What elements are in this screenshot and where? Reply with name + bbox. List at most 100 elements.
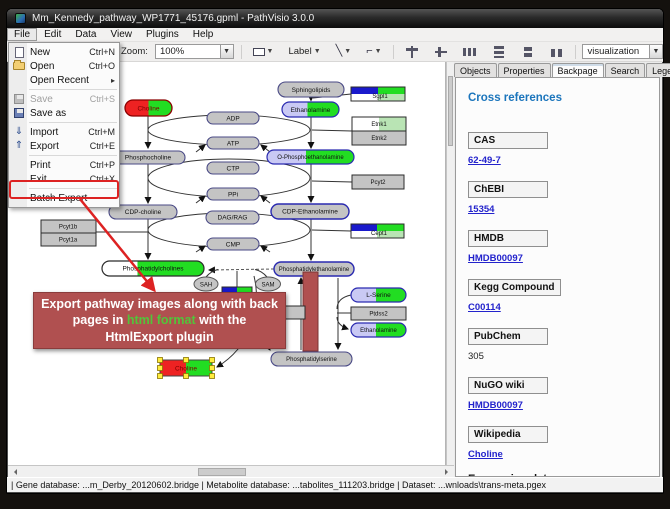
align-horizontal-center-button[interactable]: [401, 44, 423, 60]
node-choline-selected[interactable]: Choline: [158, 358, 215, 379]
menu-help[interactable]: Help: [186, 28, 221, 41]
stack-vertical-button[interactable]: [517, 44, 539, 60]
xref-link[interactable]: 62-49-7: [468, 155, 649, 166]
svg-text:Phosphatidylserine: Phosphatidylserine: [286, 357, 337, 363]
node-ethanolamine-top[interactable]: Ethanolamine: [282, 102, 339, 117]
node-sam[interactable]: SAM: [256, 277, 281, 291]
node-atp[interactable]: ATP: [207, 137, 259, 149]
menu-file[interactable]: File: [7, 28, 37, 41]
node-ethanolamine-bottom[interactable]: Ethanolamine: [351, 323, 406, 337]
scroll-left-icon[interactable]: [11, 469, 17, 475]
scrollbar-thumb[interactable]: [448, 76, 453, 146]
node-pcyt1a[interactable]: Pcyt1a: [41, 233, 96, 246]
menu-item-save-as[interactable]: Save as: [9, 106, 119, 120]
menu-item-export[interactable]: ⇑ Export Ctrl+E: [9, 139, 119, 153]
file-menu-dropdown: New Ctrl+N Open Ctrl+O Open Recent ▸ Sav…: [8, 42, 120, 208]
tab-legend[interactable]: Legend: [646, 63, 670, 77]
menu-item-new[interactable]: New Ctrl+N: [9, 45, 119, 59]
node-pcyt1b[interactable]: Pcyt1b: [41, 220, 96, 233]
node-l-serine[interactable]: L-Serine: [351, 288, 406, 302]
selection-handle[interactable]: [210, 358, 215, 363]
menu-separator: [29, 186, 117, 189]
db-name-box: HMDB: [468, 230, 548, 247]
menu-plugins[interactable]: Plugins: [139, 28, 186, 41]
zoom-combobox[interactable]: 100% ▼: [155, 44, 234, 59]
node-ctp[interactable]: CTP: [207, 162, 259, 174]
node-etnk1[interactable]: Etnk1: [352, 117, 406, 131]
menu-item-import[interactable]: ⇓ Import Ctrl+M: [9, 125, 119, 139]
align-vertical-center-button[interactable]: [430, 44, 452, 60]
node-sgpl1[interactable]: Sgpl1: [351, 87, 405, 101]
node-ptdss2[interactable]: Ptdss2: [351, 307, 406, 320]
menu-item-exit[interactable]: Exit Ctrl+X: [9, 172, 119, 186]
scrollbar-thumb[interactable]: [198, 468, 246, 476]
menu-item-print[interactable]: Print Ctrl+P: [9, 158, 119, 172]
tab-objects[interactable]: Objects: [454, 63, 497, 77]
distribute-vertical-button[interactable]: [488, 44, 510, 60]
chevron-down-icon[interactable]: ▼: [220, 45, 233, 58]
toolbar-separator: [575, 45, 576, 59]
selection-handle[interactable]: [158, 366, 163, 371]
xref-section-chebi: ChEBI 15354: [468, 179, 649, 215]
selection-handle[interactable]: [184, 358, 189, 363]
node-cdp-ethanolamine[interactable]: CDP-Ethanolamine: [271, 204, 349, 219]
visualization-combobox[interactable]: visualization ▼: [582, 44, 663, 59]
node-ppi[interactable]: PPi: [207, 188, 259, 200]
menu-edit[interactable]: Edit: [37, 28, 68, 41]
label-button[interactable]: Label ▼: [284, 44, 324, 60]
scroll-right-icon[interactable]: [445, 469, 451, 475]
node-gray-box-partial[interactable]: [285, 306, 305, 319]
title-bar[interactable]: Mm_Kennedy_pathway_WP1771_45176.gpml - P…: [7, 9, 663, 28]
tab-search[interactable]: Search: [605, 63, 646, 77]
zoom-label: Zoom:: [121, 46, 148, 57]
node-pcyt2[interactable]: Pcyt2: [352, 175, 404, 189]
connector-tool-button[interactable]: ⌐ ▼: [362, 44, 385, 60]
gene-datanode-button[interactable]: ▼: [249, 44, 278, 60]
menu-view[interactable]: View: [103, 28, 139, 41]
svg-text:SAH: SAH: [200, 283, 212, 289]
distribute-horizontal-button[interactable]: [459, 44, 481, 60]
node-choline-top[interactable]: Choline: [125, 100, 172, 116]
xref-link[interactable]: HMDB00097: [468, 253, 649, 264]
svg-text:Choline: Choline: [137, 106, 159, 113]
node-phosphatidylserine[interactable]: Phosphatidylserine: [271, 352, 352, 366]
svg-text:Etnk2: Etnk2: [371, 136, 387, 142]
svg-text:Ethanolamine: Ethanolamine: [291, 107, 331, 114]
xref-link[interactable]: C00114: [468, 302, 649, 313]
chevron-down-icon[interactable]: ▼: [649, 45, 662, 58]
selection-handle[interactable]: [184, 374, 189, 379]
node-etnk2[interactable]: Etnk2: [352, 131, 406, 145]
node-phosphocholine[interactable]: Phosphocholine: [111, 151, 185, 164]
node-cept1[interactable]: Cept1: [351, 224, 404, 238]
node-adp[interactable]: ADP: [207, 112, 259, 124]
zoom-value: 100%: [156, 46, 220, 57]
node-o-phosphoethanolamine[interactable]: O-Phosphoethanolamine: [267, 150, 354, 164]
selection-handle[interactable]: [210, 374, 215, 379]
selection-handle[interactable]: [210, 366, 215, 371]
line-tool-button[interactable]: ╲ ▼: [332, 44, 356, 60]
canvas-horizontal-scrollbar[interactable]: [8, 465, 454, 477]
xref-link[interactable]: 15354: [468, 204, 649, 215]
xref-link[interactable]: HMDB00097: [468, 400, 649, 411]
node-phosphatidylcholines[interactable]: Phosphatidylcholines: [102, 261, 204, 276]
canvas-vertical-scrollbar[interactable]: [446, 62, 454, 465]
menu-item-save[interactable]: Save Ctrl+S: [9, 92, 119, 106]
menu-item-open[interactable]: Open Ctrl+O: [9, 59, 119, 73]
node-sah[interactable]: SAH: [194, 277, 218, 291]
menu-item-open-recent[interactable]: Open Recent ▸: [9, 73, 119, 87]
tab-properties[interactable]: Properties: [498, 63, 551, 77]
menu-data[interactable]: Data: [68, 28, 103, 41]
open-folder-icon: [11, 62, 27, 70]
tab-backpage[interactable]: Backpage: [552, 63, 604, 77]
selection-handle[interactable]: [158, 374, 163, 379]
stack-horizontal-button[interactable]: [546, 44, 568, 60]
selection-handle[interactable]: [158, 358, 163, 363]
svg-text:ATP: ATP: [227, 141, 239, 148]
node-dag-rag[interactable]: DAG/RAG: [206, 211, 259, 224]
xref-link[interactable]: Choline: [468, 449, 649, 460]
node-cmp[interactable]: CMP: [207, 238, 259, 250]
node-sphingolipids[interactable]: Sphingolipids: [278, 82, 344, 97]
status-text: | Gene database: ...m_Derby_20120602.bri…: [11, 480, 546, 490]
menu-item-batch-export[interactable]: Batch Export: [9, 191, 119, 205]
stack-horizontal-icon: [550, 46, 564, 58]
